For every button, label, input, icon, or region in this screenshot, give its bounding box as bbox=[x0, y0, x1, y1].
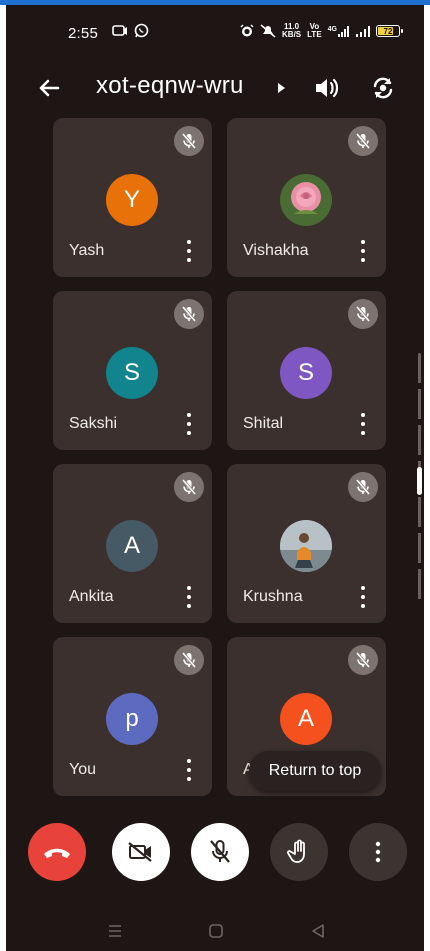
meet-screen: 2:55 11.0 KB/S Vo LTE 4G 72 xot-eqnw-wru… bbox=[6, 5, 424, 951]
avatar: A bbox=[280, 693, 332, 745]
net-speed-unit: KB/S bbox=[282, 30, 302, 39]
avatar: S bbox=[106, 347, 158, 399]
more-options-button[interactable] bbox=[349, 823, 407, 881]
more-vert-icon[interactable] bbox=[360, 413, 366, 435]
participant-name: Krushna bbox=[243, 588, 303, 605]
participant-tile[interactable]: Krushna bbox=[227, 464, 386, 623]
rose-photo-icon bbox=[280, 174, 332, 226]
end-call-button[interactable] bbox=[28, 823, 86, 881]
mic-off-icon bbox=[174, 126, 204, 156]
volte-badge: Vo LTE bbox=[307, 23, 322, 39]
mic-off-button[interactable] bbox=[191, 823, 249, 881]
participant-name: Shital bbox=[243, 415, 284, 432]
more-vert-icon bbox=[375, 841, 381, 863]
switch-camera-icon[interactable] bbox=[368, 73, 398, 103]
speaker-icon[interactable] bbox=[311, 73, 341, 103]
recent-apps-icon[interactable] bbox=[107, 923, 123, 939]
more-vert-icon[interactable] bbox=[186, 586, 192, 608]
participant-name: Yash bbox=[69, 242, 105, 259]
status-bar: 2:55 11.0 KB/S Vo LTE 4G 72 bbox=[6, 5, 424, 57]
signal-bars-2-icon bbox=[356, 25, 370, 37]
participant-name: Ankita bbox=[69, 588, 114, 605]
status-left-icons bbox=[112, 23, 149, 38]
mic-off-icon bbox=[174, 299, 204, 329]
video-off-icon bbox=[128, 842, 152, 862]
participant-tile-self[interactable]: p You bbox=[53, 637, 212, 796]
scroll-thumb[interactable] bbox=[417, 467, 422, 495]
avatar: S bbox=[280, 347, 332, 399]
mic-off-icon bbox=[210, 840, 230, 863]
avatar-photo bbox=[280, 520, 332, 572]
avatar: p bbox=[106, 693, 158, 745]
mic-off-icon bbox=[348, 299, 378, 329]
raise-hand-button[interactable] bbox=[270, 823, 328, 881]
end-call-icon bbox=[44, 848, 70, 858]
net-speed: 11.0 KB/S bbox=[282, 23, 301, 39]
participant-tile[interactable]: A Ankita bbox=[53, 464, 212, 623]
signal-bars-icon bbox=[338, 25, 349, 37]
participant-tile[interactable]: Y Yash bbox=[53, 118, 212, 277]
alarm-icon bbox=[240, 24, 254, 37]
meeting-info-caret-icon[interactable] bbox=[278, 83, 285, 93]
participant-name: You bbox=[69, 761, 96, 778]
mic-off-icon bbox=[348, 645, 378, 675]
signal-4g: 4G bbox=[327, 25, 350, 37]
signal-label: 4G bbox=[327, 25, 337, 33]
phone-frame: 2:55 11.0 KB/S Vo LTE 4G 72 xot-eqnw-wru… bbox=[0, 0, 430, 951]
battery-level: 72 bbox=[383, 26, 393, 36]
participant-tile[interactable]: Vishakha bbox=[227, 118, 386, 277]
mic-off-icon bbox=[174, 645, 204, 675]
more-vert-icon[interactable] bbox=[360, 586, 366, 608]
participant-tile[interactable]: S Shital bbox=[227, 291, 386, 450]
mic-off-icon bbox=[348, 472, 378, 502]
status-right-icons: 11.0 KB/S Vo LTE 4G 72 bbox=[240, 23, 403, 39]
back-nav-icon[interactable] bbox=[310, 923, 326, 939]
person-photo-icon bbox=[280, 520, 332, 572]
raise-hand-icon bbox=[287, 839, 305, 863]
volte-bottom: LTE bbox=[307, 30, 322, 39]
home-icon[interactable] bbox=[208, 923, 224, 939]
meeting-code[interactable]: xot-eqnw-wru bbox=[96, 72, 244, 100]
mute-bell-icon bbox=[260, 24, 276, 38]
system-nav-bar bbox=[6, 915, 424, 951]
participant-name: Sakshi bbox=[69, 415, 118, 432]
return-to-top-button[interactable]: Return to top bbox=[249, 751, 381, 791]
more-vert-icon[interactable] bbox=[186, 759, 192, 781]
battery-icon: 72 bbox=[376, 25, 403, 37]
status-time: 2:55 bbox=[68, 25, 98, 42]
more-vert-icon[interactable] bbox=[186, 240, 192, 262]
meeting-header: xot-eqnw-wru bbox=[6, 63, 424, 113]
more-vert-icon[interactable] bbox=[360, 240, 366, 262]
avatar-photo bbox=[280, 174, 332, 226]
avatar: Y bbox=[106, 174, 158, 226]
screen-cast-icon bbox=[112, 24, 127, 36]
more-vert-icon[interactable] bbox=[186, 413, 192, 435]
participant-name: Vishakha bbox=[243, 242, 309, 259]
back-arrow-icon[interactable] bbox=[34, 73, 64, 103]
avatar: A bbox=[106, 520, 158, 572]
mic-off-icon bbox=[348, 126, 378, 156]
video-off-button[interactable] bbox=[112, 823, 170, 881]
mic-off-icon bbox=[174, 472, 204, 502]
whatsapp-icon bbox=[134, 23, 149, 38]
participant-tile[interactable]: S Sakshi bbox=[53, 291, 212, 450]
